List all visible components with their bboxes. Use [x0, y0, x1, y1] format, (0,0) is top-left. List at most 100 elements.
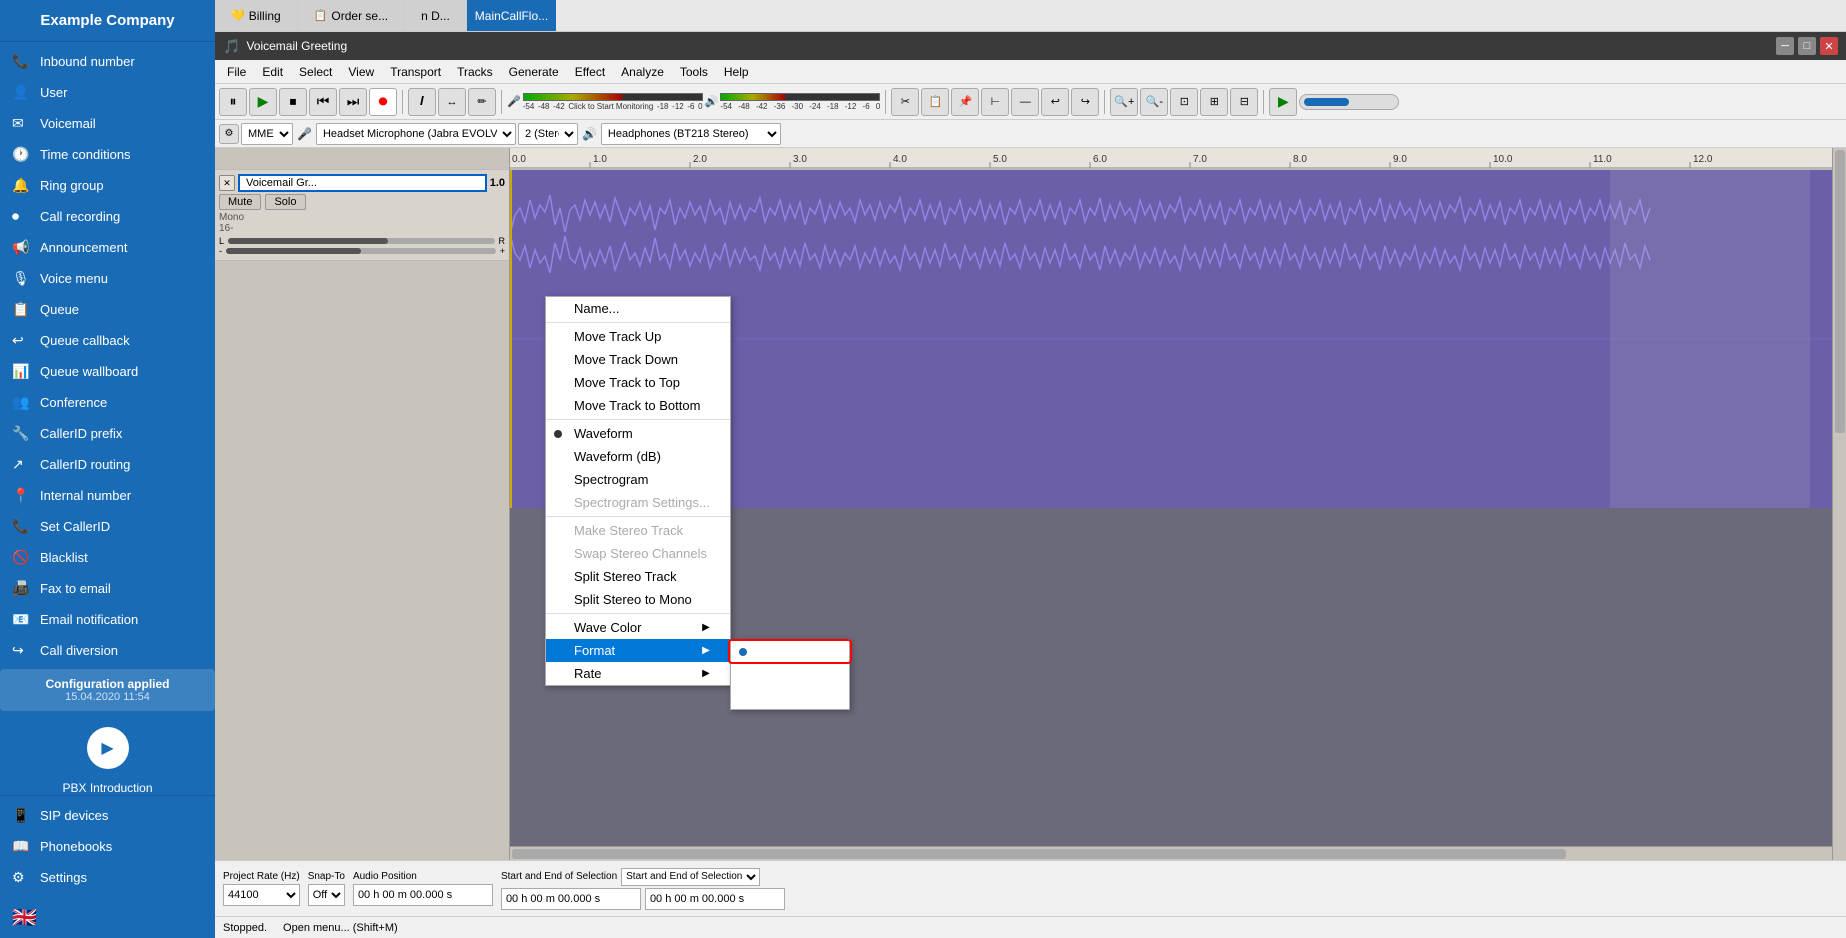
sidebar-item-conference[interactable]: 👥 Conference — [0, 387, 215, 418]
snap-to-select[interactable]: Off — [308, 884, 345, 906]
sidebar-item-announcement[interactable]: 📢 Announcement — [0, 232, 215, 263]
menu-item-move-bottom[interactable]: Move Track to Bottom — [546, 394, 730, 417]
menu-select[interactable]: Select — [291, 63, 340, 81]
sidebar-item-user[interactable]: 👤 User — [0, 77, 215, 108]
sidebar-item-phonebooks[interactable]: 📖 Phonebooks — [0, 831, 215, 862]
pbx-play-button[interactable]: ▶ — [87, 727, 129, 769]
zoom-toggle-button[interactable]: ⊟ — [1230, 88, 1258, 116]
menu-transport[interactable]: Transport — [382, 63, 449, 81]
menu-tracks[interactable]: Tracks — [449, 63, 501, 81]
sidebar-item-callerid-prefix[interactable]: 🔧 CallerID prefix — [0, 418, 215, 449]
copy-button[interactable]: 📋 — [921, 88, 949, 116]
sidebar-item-callerid-routing[interactable]: ↗ CallerID routing — [0, 449, 215, 480]
minimize-button[interactable]: ─ — [1776, 37, 1794, 55]
input-arrow-btn[interactable]: ⚙ — [219, 124, 239, 144]
sidebar-item-voice-menu[interactable]: 🎙 Voice menu — [0, 263, 215, 294]
menu-item-split-stereo-track[interactable]: Split Stereo Track — [546, 565, 730, 588]
sidebar-item-ring-group[interactable]: 🔔 Ring group — [0, 170, 215, 201]
gain-slider[interactable] — [226, 248, 496, 254]
main-call-flow-btn[interactable]: MainCallFlo... — [467, 0, 556, 31]
playback-speed-slider[interactable] — [1299, 94, 1399, 110]
sidebar-item-fax-email[interactable]: 📠 Fax to email — [0, 573, 215, 604]
submenu-32bit[interactable]: 32-bit float — [731, 686, 849, 709]
volume-slider[interactable] — [228, 238, 494, 244]
channels-select[interactable]: 2 (Stereo) Recording Cha... — [518, 123, 578, 145]
vertical-scrollbar[interactable] — [1832, 148, 1846, 860]
sidebar-item-inbound-number[interactable]: 📞 Inbound number — [0, 46, 215, 77]
menu-item-rate[interactable]: Rate ▶ — [546, 662, 730, 685]
sidebar-item-queue[interactable]: 📋 Queue — [0, 294, 215, 325]
paste-button[interactable]: 📌 — [951, 88, 979, 116]
menu-item-move-down[interactable]: Move Track Down — [546, 348, 730, 371]
sidebar-item-voicemail[interactable]: ✉ Voicemail — [0, 108, 215, 139]
menu-item-wave-color[interactable]: Wave Color ▶ — [546, 616, 730, 639]
tab-order[interactable]: 📋 Order se... — [298, 0, 405, 31]
sidebar-item-email-notification[interactable]: 📧 Email notification — [0, 604, 215, 635]
project-rate-select[interactable]: 44100 — [223, 884, 300, 906]
zoom-out-button[interactable]: 🔍- — [1140, 88, 1168, 116]
selection-mode-select[interactable]: Start and End of Selection — [621, 868, 760, 886]
menu-tools[interactable]: Tools — [672, 63, 716, 81]
selection-end-input[interactable] — [645, 888, 785, 910]
menu-item-waveform-db[interactable]: Waveform (dB) — [546, 445, 730, 468]
play-green-button[interactable]: ▶ — [1269, 88, 1297, 116]
menu-file[interactable]: File — [219, 63, 254, 81]
track-name-btn[interactable]: Voicemail Gr... — [238, 174, 487, 192]
audio-position-input[interactable] — [353, 884, 493, 906]
stop-button[interactable]: ⏹ — [279, 88, 307, 116]
sidebar-item-set-callerid[interactable]: 📞 Set CallerID — [0, 511, 215, 542]
cut-button[interactable]: ✂ — [891, 88, 919, 116]
tab-extra[interactable]: n D... — [405, 0, 467, 31]
selection-tool[interactable]: 𝑰 — [408, 88, 436, 116]
menu-item-move-top[interactable]: Move Track to Top — [546, 371, 730, 394]
play-button[interactable]: ▶ — [249, 88, 277, 116]
sidebar-item-internal-number[interactable]: 📍 Internal number — [0, 480, 215, 511]
zoom-sel-button[interactable]: ⊞ — [1200, 88, 1228, 116]
solo-button[interactable]: Solo — [265, 194, 305, 210]
maximize-button[interactable]: □ — [1798, 37, 1816, 55]
zoom-fit-button[interactable]: ⊡ — [1170, 88, 1198, 116]
menu-effect[interactable]: Effect — [567, 63, 613, 81]
track-close-btn[interactable]: ✕ — [219, 175, 235, 191]
submenu-24bit[interactable]: 24-bit PCM — [731, 663, 849, 686]
output-device-select[interactable]: Headphones (BT218 Stereo) — [601, 123, 781, 145]
trim-button[interactable]: ⊢ — [981, 88, 1009, 116]
horizontal-scrollbar[interactable] — [510, 846, 1832, 860]
tab-billing[interactable]: 💛 Billing — [215, 0, 298, 31]
skip-end-button[interactable]: ⏭ — [339, 88, 367, 116]
mute-button[interactable]: Mute — [219, 194, 261, 210]
menu-item-format[interactable]: Format ▶ 16-bit PCM 24-bit PCM — [546, 639, 730, 662]
sidebar-item-time-conditions[interactable]: 🕐 Time conditions — [0, 139, 215, 170]
envelope-tool[interactable]: ↔ — [438, 88, 466, 116]
menu-edit[interactable]: Edit — [254, 63, 291, 81]
pause-button[interactable]: ⏸ — [219, 88, 247, 116]
h-scroll-thumb[interactable] — [512, 849, 1566, 859]
sidebar-item-queue-callback[interactable]: ↩ Queue callback — [0, 325, 215, 356]
menu-generate[interactable]: Generate — [501, 63, 567, 81]
sidebar-item-blacklist[interactable]: 🚫 Blacklist — [0, 542, 215, 573]
menu-item-split-stereo-mono[interactable]: Split Stereo to Mono — [546, 588, 730, 611]
zoom-in-button[interactable]: 🔍+ — [1110, 88, 1138, 116]
menu-item-name[interactable]: Name... — [546, 297, 730, 320]
draw-tool[interactable]: ✏ — [468, 88, 496, 116]
menu-view[interactable]: View — [340, 63, 382, 81]
silence-button[interactable]: — — [1011, 88, 1039, 116]
skip-start-button[interactable]: ⏮ — [309, 88, 337, 116]
record-button[interactable]: ⏺ — [369, 88, 397, 116]
menu-item-waveform[interactable]: Waveform — [546, 422, 730, 445]
menu-item-move-up[interactable]: Move Track Up — [546, 325, 730, 348]
submenu-16bit[interactable]: 16-bit PCM — [731, 640, 849, 663]
host-select[interactable]: MME — [241, 123, 293, 145]
input-device-select[interactable]: Headset Microphone (Jabra EVOLV — [316, 123, 516, 145]
close-button[interactable]: ✕ — [1820, 37, 1838, 55]
sidebar-item-sip-devices[interactable]: 📱 SIP devices — [0, 800, 215, 831]
sidebar-item-settings[interactable]: ⚙ Settings — [0, 862, 215, 893]
sidebar-item-call-recording[interactable]: ⏺ Call recording — [0, 201, 215, 232]
sidebar-item-queue-wallboard[interactable]: 📊 Queue wallboard — [0, 356, 215, 387]
menu-item-spectrogram[interactable]: Spectrogram — [546, 468, 730, 491]
redo-button[interactable]: ↪ — [1071, 88, 1099, 116]
menu-help[interactable]: Help — [716, 63, 757, 81]
undo-button[interactable]: ↩ — [1041, 88, 1069, 116]
v-scroll-thumb[interactable] — [1835, 150, 1845, 433]
sidebar-item-call-diversion[interactable]: ↪ Call diversion — [0, 635, 215, 666]
